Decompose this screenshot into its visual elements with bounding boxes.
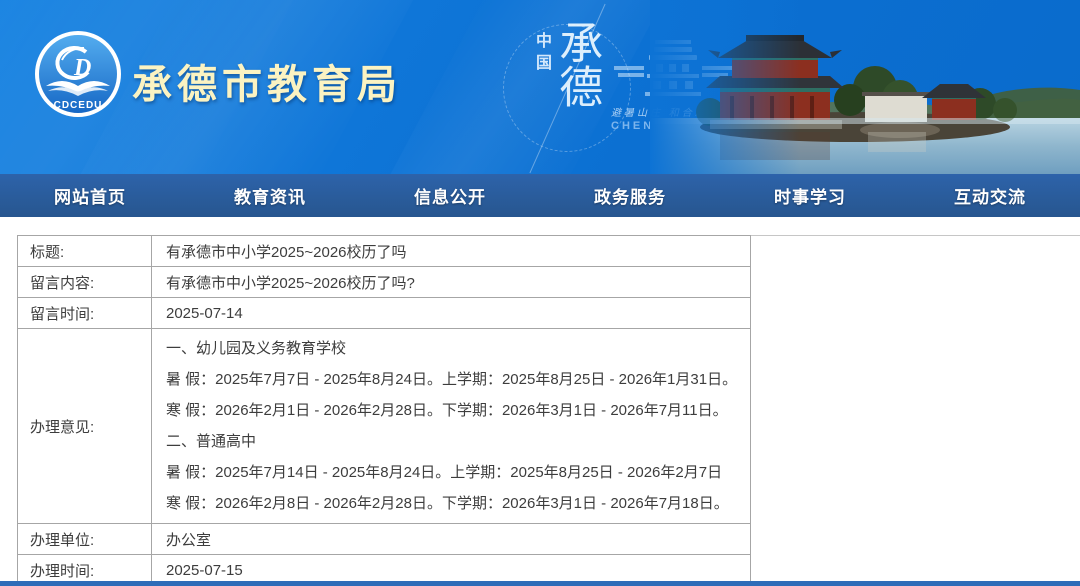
- svg-text:CDCEDU: CDCEDU: [54, 100, 103, 111]
- table-row-handling-unit: 办理单位: 办公室: [18, 524, 751, 555]
- table-row-message-content: 留言内容: 有承德市中小学2025~2026校历了吗?: [18, 267, 751, 298]
- handling-unit-label: 办理单位:: [18, 524, 152, 555]
- message-content-value: 有承德市中小学2025~2026校历了吗?: [152, 267, 751, 298]
- watermark-country-text: 中国: [529, 32, 553, 76]
- title-label: 标题:: [18, 236, 152, 267]
- handling-opinion-label: 办理意见:: [18, 329, 152, 524]
- message-detail-section: 标题: 有承德市中小学2025~2026校历了吗 留言内容: 有承德市中小学20…: [0, 217, 1080, 581]
- main-navigation: 网站首页 教育资讯 信息公开 政务服务 时事学习 互动交流: [0, 174, 1080, 217]
- handling-opinion-value: 一、幼儿园及义务教育学校 暑 假：2025年7月7日 - 2025年8月24日。…: [152, 329, 751, 524]
- message-detail-table: 标题: 有承德市中小学2025~2026校历了吗 留言内容: 有承德市中小学20…: [17, 235, 751, 586]
- title-value: 有承德市中小学2025~2026校历了吗: [152, 236, 751, 267]
- opinion-line: 暑 假：2025年7月7日 - 2025年8月24日。上学期：2025年8月25…: [166, 364, 750, 395]
- opinion-line: 寒 假：2026年2月8日 - 2026年2月28日。下学期：2026年3月1日…: [166, 488, 750, 519]
- table-row-title: 标题: 有承德市中小学2025~2026校历了吗: [18, 236, 751, 267]
- opinion-line: 寒 假：2026年2月1日 - 2026年2月28日。下学期：2026年3月1日…: [166, 395, 750, 426]
- nav-item-information-disclosure[interactable]: 信息公开: [414, 183, 486, 208]
- nav-item-education-news[interactable]: 教育资讯: [234, 183, 306, 208]
- watermark-city-text: 承德: [553, 20, 599, 108]
- opinion-line: 暑 假：2025年7月14日 - 2025年8月24日。上学期：2025年8月2…: [166, 457, 750, 488]
- cdcedu-logo-icon: D CDCEDU: [34, 30, 122, 118]
- opinion-line: 二、普通高中: [166, 426, 750, 457]
- nav-item-home[interactable]: 网站首页: [54, 183, 126, 208]
- table-row-message-time: 留言时间: 2025-07-14: [18, 298, 751, 329]
- site-logo-icon[interactable]: D CDCEDU: [34, 30, 122, 118]
- site-header: D CDCEDU 承德市教育局 中国 承德 避暑山庄 和合承德: [0, 0, 1080, 174]
- svg-text:D: D: [73, 55, 91, 81]
- message-time-value: 2025-07-14: [152, 298, 751, 329]
- nav-item-current-affairs[interactable]: 时事学习: [774, 183, 846, 208]
- bottom-accent-strip: [0, 581, 1080, 586]
- chengde-lake-pavilion-photo: [650, 0, 1080, 174]
- nav-item-interaction[interactable]: 互动交流: [954, 183, 1026, 208]
- opinion-line: 一、幼儿园及义务教育学校: [166, 333, 750, 364]
- nav-item-government-services[interactable]: 政务服务: [594, 183, 666, 208]
- table-row-handling-opinion: 办理意见: 一、幼儿园及义务教育学校 暑 假：2025年7月7日 - 2025年…: [18, 329, 751, 524]
- handling-unit-value: 办公室: [152, 524, 751, 555]
- message-content-label: 留言内容:: [18, 267, 152, 298]
- message-time-label: 留言时间:: [18, 298, 152, 329]
- site-title: 承德市教育局: [132, 52, 402, 110]
